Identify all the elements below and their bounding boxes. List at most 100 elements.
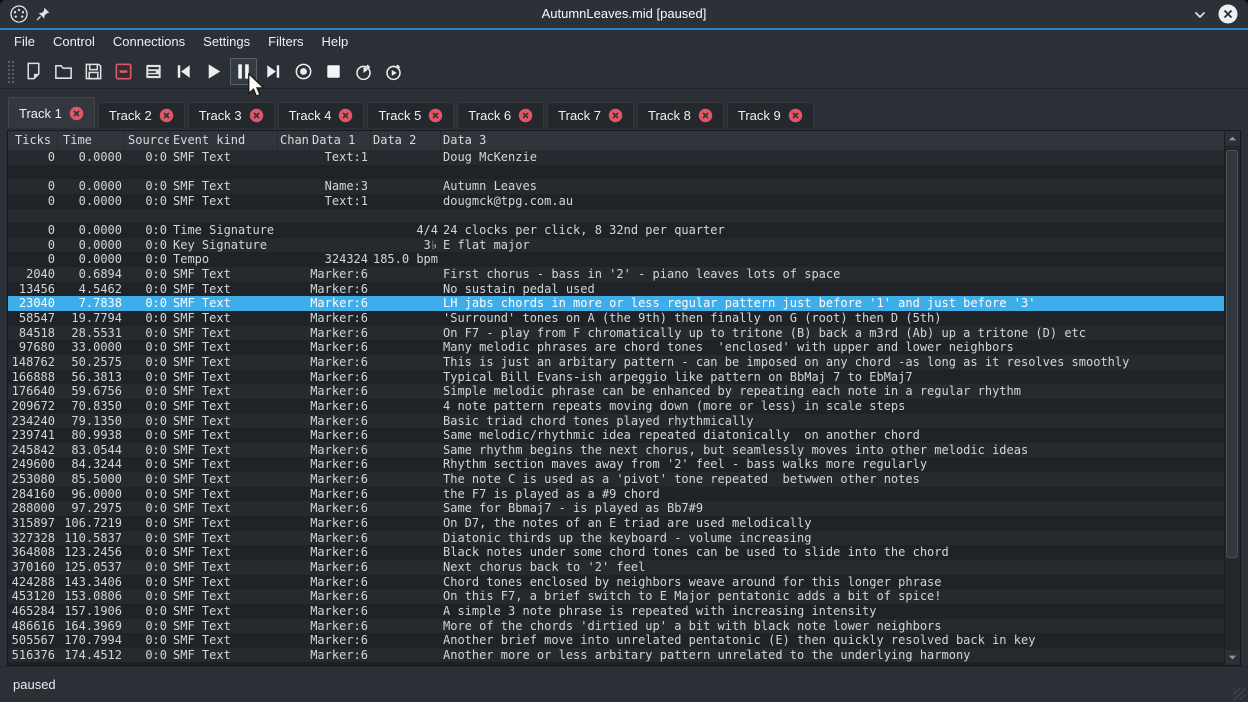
column-header-event-kind[interactable]: Event kind [170, 131, 278, 150]
tab-track-5[interactable]: Track 5 [367, 102, 454, 128]
cell-chan [278, 384, 310, 399]
event-row[interactable]: 327328110.58370:0SMF TextMarker:6Diatoni… [8, 531, 1240, 546]
event-row[interactable] [8, 209, 1240, 224]
event-row[interactable]: 00.00000:0SMF TextName:3Autumn Leaves [8, 179, 1240, 194]
file-info-button[interactable] [140, 58, 167, 85]
menu-help[interactable]: Help [313, 31, 358, 53]
scrollbar-thumb[interactable] [1226, 150, 1238, 558]
tab-track-3[interactable]: Track 3 [188, 102, 275, 128]
cell-time: 7.7838 [58, 296, 125, 311]
tab-close-icon[interactable] [338, 108, 353, 123]
event-row[interactable]: 20967270.83500:0SMF TextMarker:64 note p… [8, 399, 1240, 414]
scroll-down-button[interactable] [1225, 650, 1240, 665]
event-row[interactable]: 486616164.39690:0SMF TextMarker:6More of… [8, 619, 1240, 634]
skip-forward-button[interactable] [260, 58, 287, 85]
tab-close-icon[interactable] [428, 108, 443, 123]
tab-track-2[interactable]: Track 2 [98, 102, 185, 128]
event-row[interactable]: 8451828.55310:0SMF TextMarker:6On F7 - p… [8, 326, 1240, 341]
resize-grip[interactable] [1233, 688, 1245, 700]
window-close-button[interactable] [1217, 3, 1239, 25]
play-button[interactable] [200, 58, 227, 85]
close-file-button[interactable] [110, 58, 137, 85]
scroll-up-button[interactable] [1225, 131, 1240, 146]
event-row[interactable]: 453120153.08060:0SMF TextMarker:6On this… [8, 589, 1240, 604]
column-header-time[interactable]: Time [58, 131, 125, 150]
event-row[interactable]: 20400.68940:0SMF TextMarker:6First choru… [8, 267, 1240, 282]
event-row[interactable]: 25308085.50000:0SMF TextMarker:6The note… [8, 472, 1240, 487]
event-row[interactable]: 516376174.45120:0SMF TextMarker:6Another… [8, 648, 1240, 663]
column-header-data2[interactable]: Data 2 [371, 131, 441, 150]
menu-file[interactable]: File [5, 31, 44, 53]
skip-backward-button[interactable] [170, 58, 197, 85]
event-row[interactable]: 370160125.05370:0SMF TextMarker:6Next ch… [8, 560, 1240, 575]
menu-control[interactable]: Control [44, 31, 104, 53]
cell-data2 [371, 457, 441, 472]
column-header-data1[interactable]: Data 1 [310, 131, 371, 150]
column-header-chan[interactable]: Chan [278, 131, 310, 150]
event-row[interactable]: 134564.54620:0SMF TextMarker:6No sustain… [8, 282, 1240, 297]
tab-close-icon[interactable] [698, 108, 713, 123]
tab-track-9[interactable]: Track 9 [727, 102, 814, 128]
event-row[interactable]: 17664059.67560:0SMF TextMarker:6Simple m… [8, 384, 1240, 399]
event-row[interactable]: 24584283.05440:0SMF TextMarker:6Same rhy… [8, 443, 1240, 458]
event-row-selected[interactable]: 230407.78380:0SMF TextMarker:6LH jabs ch… [8, 296, 1240, 311]
cell-data3: More of the chords 'dirtied up' a bit wi… [441, 619, 1240, 634]
menu-connections[interactable]: Connections [104, 31, 194, 53]
new-file-button[interactable] [20, 58, 47, 85]
event-row[interactable]: 24960084.32440:0SMF TextMarker:6Rhythm s… [8, 457, 1240, 472]
vertical-scrollbar[interactable] [1224, 131, 1240, 665]
cell-ticks: 327328 [8, 531, 58, 546]
event-row[interactable]: 9768033.00000:0SMF TextMarker:6Many melo… [8, 340, 1240, 355]
timer-play-button[interactable] [380, 58, 407, 85]
menu-settings[interactable]: Settings [194, 31, 259, 53]
tab-track-6[interactable]: Track 6 [457, 102, 544, 128]
column-header-source[interactable]: Source [125, 131, 170, 150]
tab-track-1[interactable]: Track 1 [8, 97, 95, 128]
event-row[interactable]: 23974180.99380:0SMF TextMarker:6Same mel… [8, 428, 1240, 443]
toolbar-grip-handle[interactable] [6, 59, 14, 83]
event-row[interactable]: 23424079.13500:0SMF TextMarker:6Basic tr… [8, 414, 1240, 429]
tab-close-icon[interactable] [159, 108, 174, 123]
record-button[interactable] [290, 58, 317, 85]
event-row[interactable]: 28416096.00000:0SMF TextMarker:6the F7 i… [8, 487, 1240, 502]
tab-close-icon[interactable] [608, 108, 623, 123]
event-row[interactable]: 00.00000:0Time Signature4/424 clocks per… [8, 223, 1240, 238]
cell-event-kind: SMF Text [170, 311, 278, 326]
stop-button[interactable] [320, 58, 347, 85]
open-file-button[interactable] [50, 58, 77, 85]
pause-button[interactable] [230, 58, 257, 85]
chevron-down-icon[interactable] [1192, 7, 1208, 23]
event-row[interactable] [8, 165, 1240, 180]
event-row[interactable]: 14876250.25750:0SMF TextMarker:6This is … [8, 355, 1240, 370]
save-file-button[interactable] [80, 58, 107, 85]
event-row[interactable]: 28800097.29750:0SMF TextMarker:6Same for… [8, 501, 1240, 516]
event-row[interactable]: 5854719.77940:0SMF TextMarker:6'Surround… [8, 311, 1240, 326]
event-row[interactable]: 00.00000:0Key Signature3♭E flat major [8, 238, 1240, 253]
cell-ticks: 424288 [8, 575, 58, 590]
event-row[interactable]: 315897106.72190:0SMF TextMarker:6On D7, … [8, 516, 1240, 531]
column-header-ticks[interactable]: Ticks [8, 131, 58, 150]
event-row[interactable]: 00.00000:0SMF TextText:1dougmck@tpg.com.… [8, 194, 1240, 209]
menu-filters[interactable]: Filters [259, 31, 312, 53]
tab-track-7[interactable]: Track 7 [547, 102, 634, 128]
column-header-data3[interactable]: Data 3 [441, 131, 1240, 150]
titlebar[interactable]: AutumnLeaves.mid [paused] [0, 0, 1248, 28]
cell-ticks: 148762 [8, 355, 58, 370]
event-row[interactable]: 16688856.38130:0SMF TextMarker:6Typical … [8, 370, 1240, 385]
tab-track-4[interactable]: Track 4 [278, 102, 365, 128]
tab-track-8[interactable]: Track 8 [637, 102, 724, 128]
cell-data2 [371, 443, 441, 458]
tab-close-icon[interactable] [518, 108, 533, 123]
scrollbar-track[interactable] [1225, 146, 1240, 650]
event-row[interactable]: 00.00000:0Tempo324324185.0 bpm [8, 252, 1240, 267]
event-row[interactable]: 465284157.19060:0SMF TextMarker:6A simpl… [8, 604, 1240, 619]
event-row[interactable]: 424288143.34060:0SMF TextMarker:6Chord t… [8, 575, 1240, 590]
cell-data2 [371, 384, 441, 399]
event-row[interactable]: 00.00000:0SMF TextText:1Doug McKenzie [8, 150, 1240, 165]
event-row[interactable]: 364808123.24560:0SMF TextMarker:6Black n… [8, 545, 1240, 560]
timer-button[interactable] [350, 58, 377, 85]
tab-close-icon[interactable] [788, 108, 803, 123]
event-row[interactable]: 505567170.79940:0SMF TextMarker:6Another… [8, 633, 1240, 648]
tab-close-icon[interactable] [249, 108, 264, 123]
tab-close-icon[interactable] [69, 106, 84, 121]
